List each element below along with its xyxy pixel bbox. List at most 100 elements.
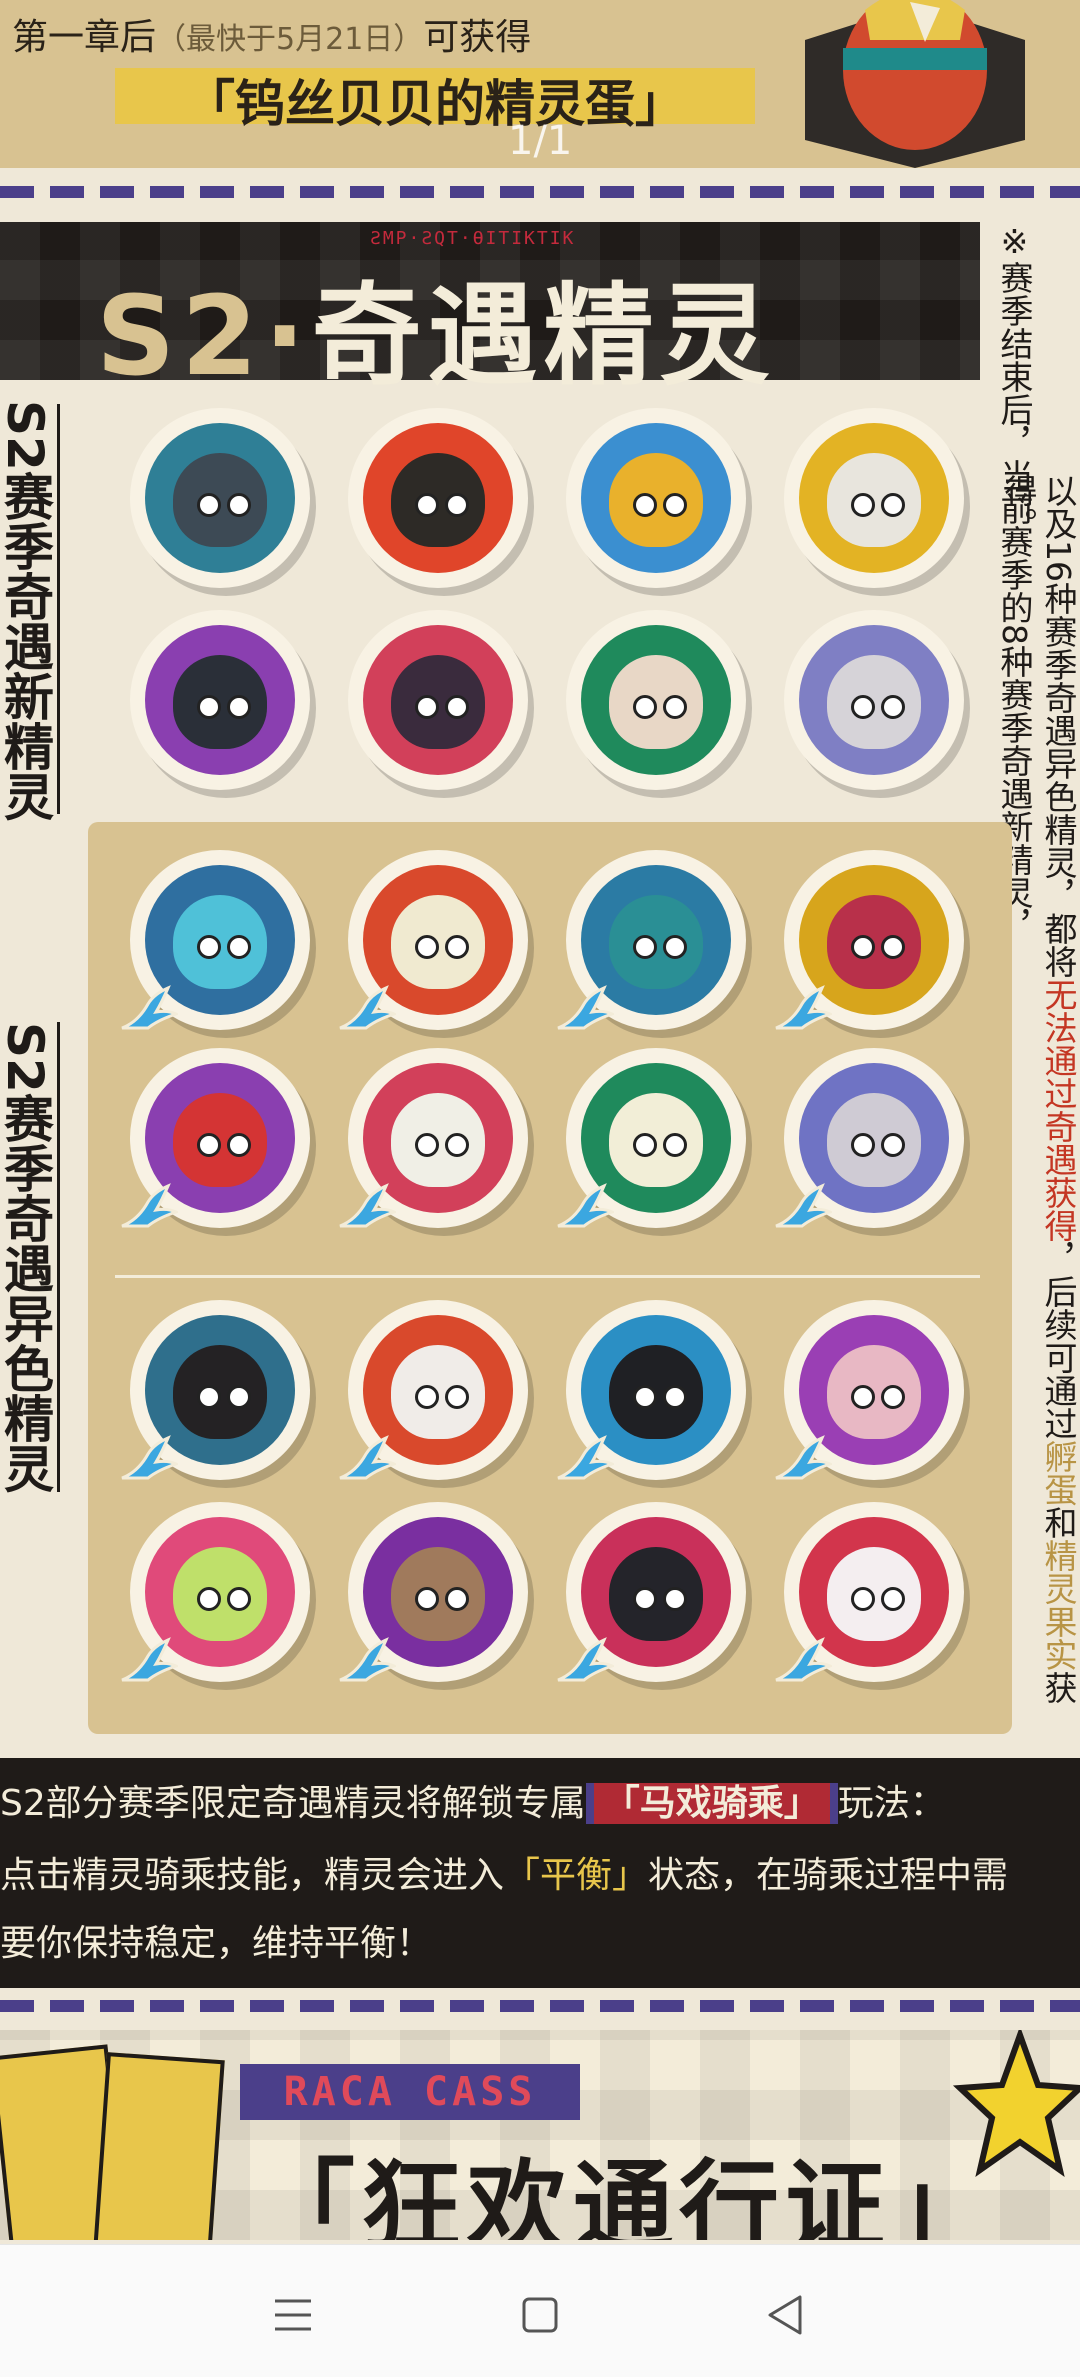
creature-clock-robot[interactable] [566,610,746,790]
page-indicator: 1/1 [508,118,573,164]
creature-white-fox-mask[interactable] [339,1300,528,1480]
dashed-divider [0,2000,1080,2012]
info-line-2: 点击精灵骑乘技能，精灵会进入「平衡」状态，在骑乘过程中需 [0,1846,1008,1898]
creature-eye [227,493,251,517]
circus-ride-info: S2部分赛季限定奇遇精灵将解锁专属 「马戏骑乘」 玩法： 点击精灵骑乘技能，精灵会进… [0,1758,1080,1988]
creature-pumpkin-flame[interactable] [348,408,528,588]
creature-red-badger[interactable] [775,850,964,1030]
creature-eye [445,1385,469,1409]
creature-hat-robot[interactable] [784,610,964,790]
creature-yellow-hood-mask[interactable] [566,408,746,588]
creature-eye [197,1587,221,1611]
label-rule [57,404,60,814]
creature-eye [445,695,469,719]
creature-eye [851,935,875,959]
creature-teal-hood-penguin[interactable] [130,408,310,588]
creature-eye [663,935,687,959]
creature-eye [881,493,905,517]
creature-eye [415,1133,439,1157]
creature-eye [197,695,221,719]
creature-eye [197,1133,221,1157]
shiny-sparkle-icon [121,985,178,1030]
shiny-sparkle-icon [339,1435,396,1480]
creature-jester-ball[interactable] [348,610,528,790]
creature-badger-mask[interactable] [784,408,964,588]
creature-crimson-horse[interactable] [557,1300,746,1480]
season-note-red: 无法通过奇遇获得 [1039,978,1078,1242]
creature-black-cat[interactable] [557,1502,746,1682]
creature-bottle-bowtie[interactable] [130,610,310,790]
creature-eye [415,493,439,517]
creature-crystal-flame[interactable] [339,850,528,1030]
reward-unlock-suffix: 可获得 [423,17,532,58]
creature-white-cat[interactable] [775,1502,964,1682]
creature-eye [445,1587,469,1611]
reward-unlock-hint: （最快于5月21日） [156,22,424,57]
shiny-sparkle-icon [557,1183,614,1228]
pass-tag: RACA CASS [240,2064,580,2120]
creature-eye [227,1385,251,1409]
dashed-divider [0,186,1080,198]
creature-portrait [363,625,513,775]
season-note-col2: 以及16种赛季奇遇异色精灵，都将无法通过奇遇获得，后续可通过孵蛋和精灵果实获得。 [999,474,1078,1742]
balance-state-label: 「平衡」 [504,1855,649,1896]
creature-lime-sprout[interactable] [121,1502,310,1682]
creature-eye [197,1385,221,1409]
home-icon[interactable] [510,2285,570,2345]
creature-eye [197,493,221,517]
creature-eye [415,1385,439,1409]
shiny-sparkle-icon [339,1183,396,1228]
back-icon[interactable] [756,2285,816,2345]
shiny-sparkle-icon [339,985,396,1030]
star-icon [952,2030,1080,2177]
creature-eye [633,935,657,959]
creature-teal-hood-mask[interactable] [557,850,746,1030]
creature-eye [851,493,875,517]
creature-red-bottle[interactable] [121,1048,310,1228]
creature-stone-shell[interactable] [339,1502,528,1682]
creature-eye [227,1133,251,1157]
creature-pink-kettle[interactable] [775,1300,964,1480]
label-new-creatures: S2赛季奇遇新精灵 [0,400,54,821]
creature-eye [445,493,469,517]
creature-red-bow-penguin[interactable] [121,1300,310,1480]
info-line-1-a: S2部分赛季限定奇遇精灵将解锁专属 [0,1783,586,1824]
creature-eye [851,1385,875,1409]
season-note-gold1: 孵蛋 [1039,1440,1078,1506]
creature-portrait [363,423,513,573]
creature-purple-hat-robot[interactable] [775,1048,964,1228]
info-line-2-a: 点击精灵骑乘技能，精灵会进入 [0,1855,505,1896]
creature-pale-clock-robot[interactable] [557,1048,746,1228]
season-note-text-b: ，后续可通过 [1039,1242,1078,1440]
shiny-sparkle-icon [775,985,832,1030]
reward-unlock-text: 第一章后（最快于5月21日）可获得 [12,8,531,60]
creature-eye [227,1587,251,1611]
creature-eye [663,493,687,517]
info-line-3: 要你保持稳定，维持平衡！ [0,1923,433,1964]
season-note-gold2: 精灵果实 [1039,1539,1078,1671]
creature-eye [851,1133,875,1157]
creature-portrait [145,423,295,573]
label-rule [57,1022,60,1492]
creature-eye [633,1385,657,1409]
creature-eye [633,1133,657,1157]
shiny-sparkle-icon [121,1637,178,1682]
creature-sky-hood-penguin[interactable] [121,850,310,1030]
creature-eye [881,695,905,719]
reward-title: 「钨丝贝贝的精灵蛋」 [185,75,685,133]
creature-eye [633,1587,657,1611]
creature-eye [663,695,687,719]
creature-eye [633,695,657,719]
creature-pale-jester[interactable] [339,1048,528,1228]
creature-eye [851,1587,875,1611]
creature-portrait [581,625,731,775]
creature-eye [227,935,251,959]
shiny-sparkle-icon [339,1637,396,1682]
creature-eye [445,1133,469,1157]
egg-badge-icon [805,0,1025,168]
creature-eye [663,1385,687,1409]
creature-eye [633,493,657,517]
creature-eye [197,935,221,959]
season-note-text-a: 以及16种赛季奇遇异色精灵，都将 [1039,474,1078,978]
menu-icon[interactable] [263,2285,323,2345]
